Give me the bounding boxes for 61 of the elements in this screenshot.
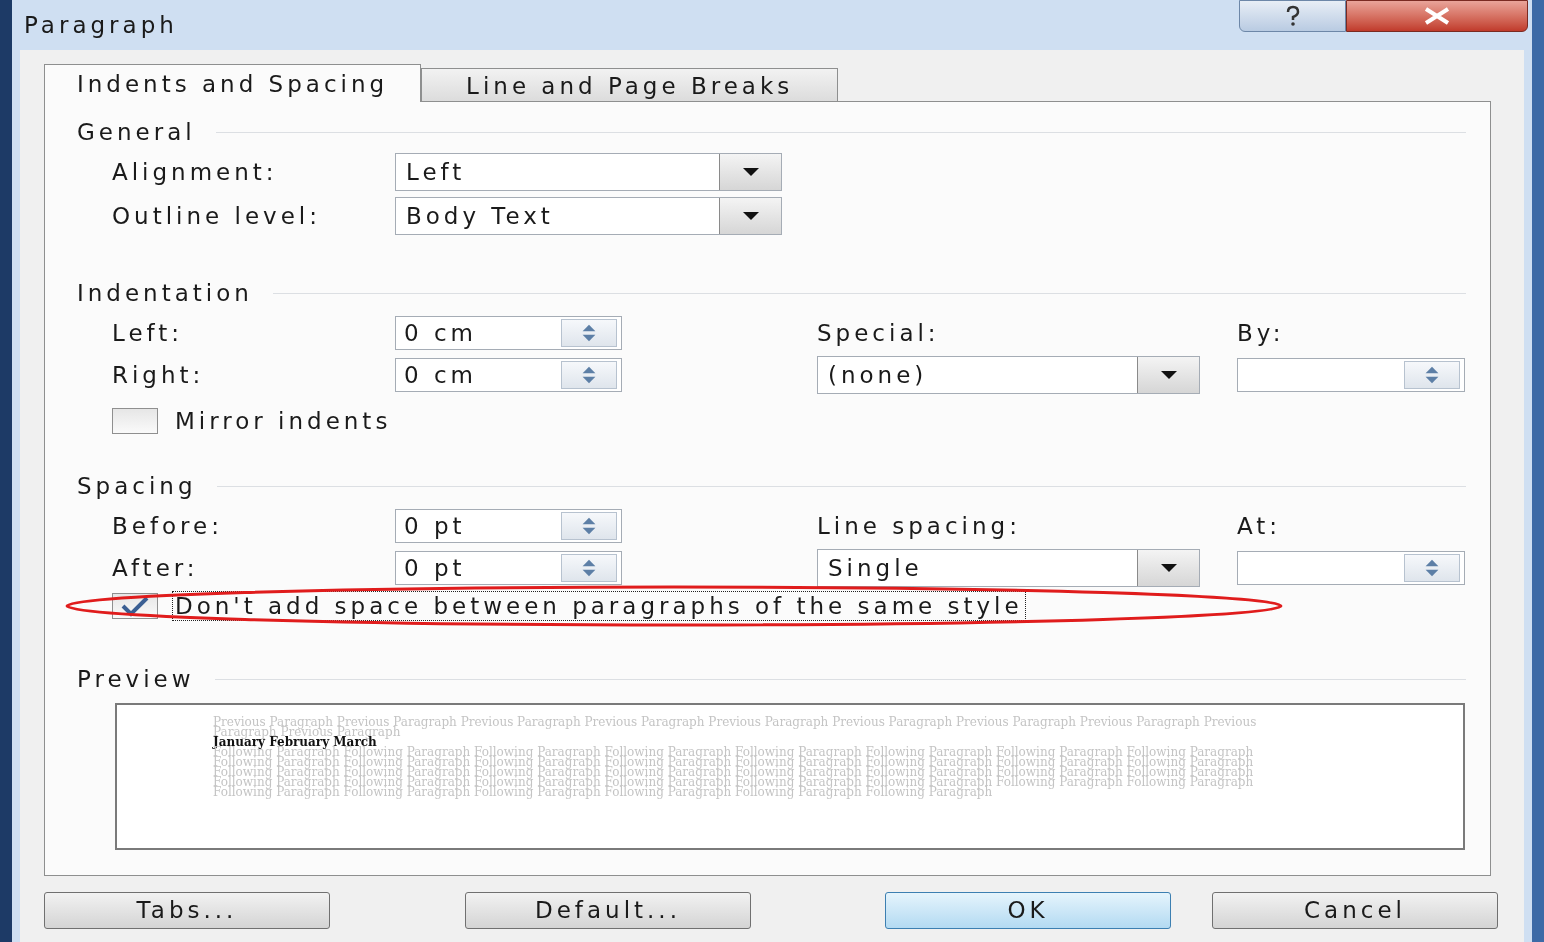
dialog-button[interactable]: OK	[885, 892, 1171, 929]
field-label: Line spacing:	[817, 512, 1021, 539]
spin-field[interactable]: 0 pt	[395, 551, 622, 585]
dialog-button[interactable]: Default...	[465, 892, 751, 929]
spin-buttons[interactable]	[561, 319, 617, 347]
spin-arrow-icon	[580, 376, 598, 384]
spin-arrow-icon	[1423, 559, 1441, 567]
spin-arrow-icon	[580, 559, 598, 567]
dialog-button[interactable]: Tabs...	[44, 892, 330, 929]
dropdown[interactable]: Left	[395, 153, 782, 191]
dropdown-arrow-icon	[1159, 563, 1178, 573]
checkbox-label: Don't add space between paragraphs of the same style	[172, 591, 1026, 621]
section-title: Indentation	[77, 279, 253, 307]
window-title: Paragraph	[24, 11, 178, 40]
spin-arrow-icon	[1423, 366, 1441, 374]
dropdown-arrow-icon	[1159, 370, 1178, 380]
spin-arrow-icon	[580, 527, 598, 535]
preview-sample-text: January February March	[213, 737, 377, 747]
spin-buttons[interactable]	[561, 512, 617, 540]
spin-arrow-icon	[580, 366, 598, 374]
spin-field[interactable]: 0 pt	[395, 509, 622, 543]
section-title: Preview	[77, 665, 195, 693]
field-label: Before:	[112, 512, 223, 539]
dropdown-arrow-icon	[741, 167, 760, 177]
tab[interactable]: Line and Page Breaks	[421, 68, 839, 102]
preview-previous-text: Previous Paragraph Previous Paragraph Previous Paragraph Previous Paragraph Previous Paragraph Previous Paragraph Previous Paragraph Previous Paragraph Previous Paragraph Previous Paragraph	[213, 717, 1258, 737]
field-label: Right:	[112, 361, 205, 388]
spin-field[interactable]	[1237, 551, 1465, 585]
field-label: Special:	[817, 319, 940, 346]
spin-arrow-icon	[1423, 376, 1441, 384]
dropdown[interactable]: Body Text	[395, 197, 782, 235]
help-button[interactable]	[1239, 0, 1346, 32]
field-label: After:	[112, 554, 199, 581]
field-label: Alignment:	[112, 158, 278, 185]
dropdown[interactable]: Single	[817, 549, 1200, 587]
spin-buttons[interactable]	[1404, 361, 1460, 389]
spin-buttons[interactable]	[561, 554, 617, 582]
field-label: Left:	[112, 319, 184, 346]
spin-buttons[interactable]	[561, 361, 617, 389]
spin-field[interactable]	[1237, 358, 1465, 392]
dropdown-arrow-icon	[741, 211, 760, 221]
close-button[interactable]	[1346, 0, 1528, 32]
spin-arrow-icon	[580, 334, 598, 342]
preview-following-text: Following Paragraph Following Paragraph Following Paragraph Following Paragraph Following Paragraph Following Paragraph Following Paragraph Following Paragraph Following Paragraph Following Paragraph Following Paragraph Following Paragraph Following Paragraph Following Paragraph Following Paragraph Following Paragraph Following Paragraph Following Paragraph Following Paragraph Following Paragraph Following Paragraph Following Paragraph Following Paragraph Following Paragraph Following Paragraph Following Paragraph Following Paragraph Following Paragraph Following Paragraph Following Paragraph Following Paragraph Following Paragraph Following Paragraph Following Paragraph Following Paragraph Following Paragraph Following Paragraph Following Paragraph	[213, 747, 1255, 797]
section-title: Spacing	[77, 472, 197, 500]
tab[interactable]: Indents and Spacing	[44, 64, 422, 102]
spin-arrow-icon	[1423, 569, 1441, 577]
field-label: At:	[1237, 512, 1282, 539]
dropdown[interactable]: (none)	[817, 356, 1200, 394]
section-title: General	[77, 118, 196, 146]
spin-arrow-icon	[580, 517, 598, 525]
spin-buttons[interactable]	[1404, 554, 1460, 582]
checkbox[interactable]	[112, 408, 158, 434]
dialog-button[interactable]: Cancel	[1212, 892, 1498, 929]
spin-arrow-icon	[580, 324, 598, 332]
spin-field[interactable]: 0 cm	[395, 316, 622, 350]
spin-field[interactable]: 0 cm	[395, 358, 622, 392]
field-label: Outline level:	[112, 202, 321, 229]
spin-arrow-icon	[580, 569, 598, 577]
checkbox-label: Mirror indents	[174, 407, 393, 436]
field-label: By:	[1237, 319, 1285, 346]
